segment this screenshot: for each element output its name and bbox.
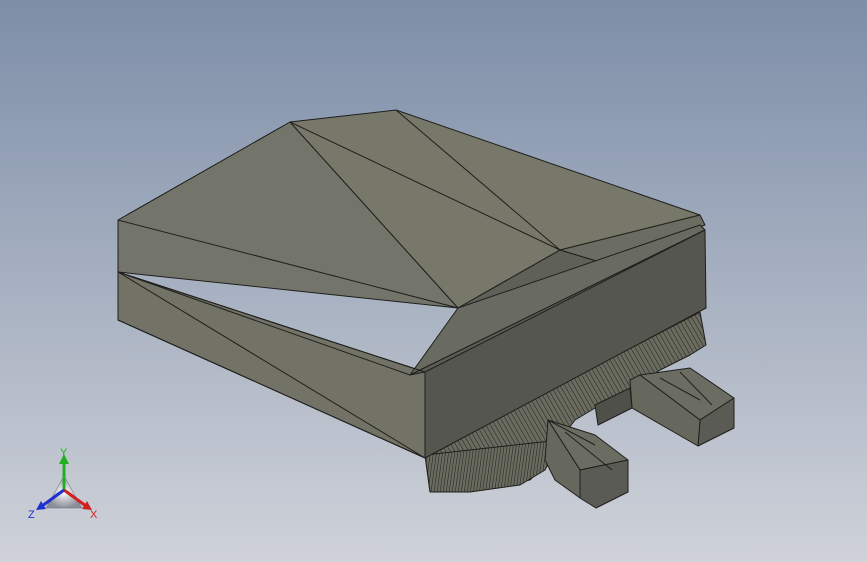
z-axis-label: Z — [28, 509, 35, 521]
orientation-triad[interactable]: Y X Z — [24, 446, 104, 526]
x-axis-label: X — [90, 509, 98, 521]
model-view[interactable] — [0, 0, 867, 562]
y-axis-label: Y — [60, 447, 68, 459]
graphics-viewport[interactable]: Y X Z — [0, 0, 867, 562]
